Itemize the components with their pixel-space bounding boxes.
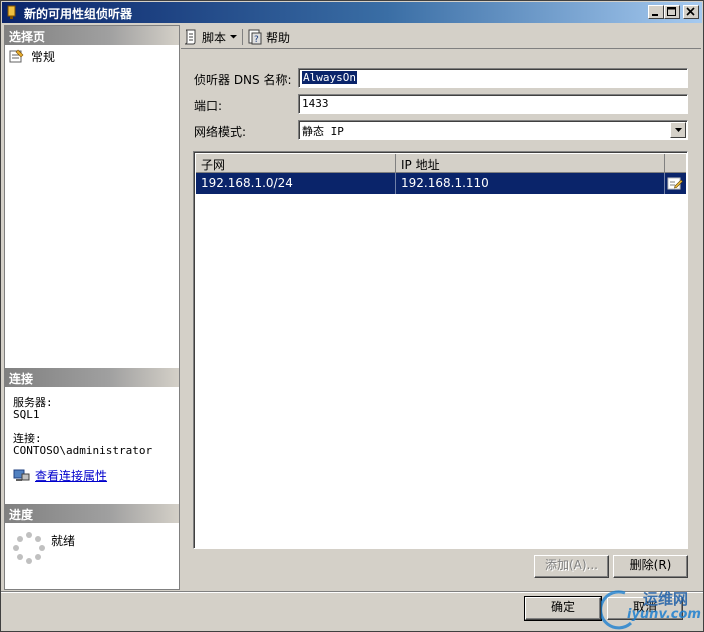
listener-icon — [7, 5, 16, 19]
remove-button[interactable]: 删除(R) — [613, 555, 688, 578]
port-label: 端口: — [194, 99, 223, 113]
edit-row-button[interactable] — [665, 173, 686, 194]
edit-icon — [667, 177, 683, 190]
connection-header: 连接 — [5, 368, 179, 387]
column-header-subnet[interactable]: 子网 — [196, 154, 396, 173]
subnet-cell: 192.168.1.0/24 — [196, 173, 396, 194]
svg-text:?: ? — [254, 35, 259, 45]
toolbar-separator — [242, 29, 243, 45]
close-icon — [686, 7, 695, 16]
ok-button[interactable]: 确定 — [524, 596, 602, 621]
window-title: 新的可用性组侦听器 — [24, 7, 133, 21]
dns-name-value: AlwaysOn — [302, 71, 357, 84]
network-mode-value: 静态 IP — [302, 125, 344, 138]
general-page: 侦听器 DNS 名称: AlwaysOn 端口: 1433 网络模式: 静态 I… — [181, 50, 701, 590]
minimize-icon — [652, 14, 658, 16]
help-label: 帮助 — [266, 30, 291, 45]
toolbar: 脚本 ? 帮助 — [181, 25, 701, 49]
properties-page-icon — [9, 49, 24, 63]
table-row[interactable]: 192.168.1.0/24 192.168.1.110 — [196, 173, 686, 194]
page-item-label: 常规 — [31, 50, 56, 64]
network-mode-select[interactable]: 静态 IP — [298, 120, 688, 140]
watermark-url: iyunv.com — [627, 607, 701, 622]
minimize-button[interactable] — [648, 5, 664, 19]
close-button[interactable] — [683, 5, 699, 19]
select-page-header: 选择页 — [5, 26, 179, 45]
network-mode-label: 网络模式: — [194, 125, 247, 139]
port-input[interactable]: 1433 — [298, 94, 688, 114]
maximize-button[interactable] — [664, 5, 680, 19]
watermark-text: 运维网 — [643, 590, 689, 608]
script-label: 脚本 — [202, 30, 227, 45]
ip-address-grid[interactable]: 子网 IP 地址 192.168.1.0/24 192.168.1.110 — [193, 151, 688, 549]
connection-value: CONTOSO\administrator — [13, 444, 153, 457]
dns-name-input[interactable]: AlwaysOn — [298, 68, 688, 88]
ip-cell: 192.168.1.110 — [396, 173, 665, 194]
connection-properties-icon — [13, 469, 30, 481]
add-button[interactable]: 添加(A)... — [534, 555, 609, 578]
listener-dialog: 新的可用性组侦听器 选择页 常规 连接 服务器: SQL1 连接: CONTOS… — [0, 0, 704, 632]
page-item-general[interactable]: 常规 — [9, 47, 169, 65]
progress-spinner-icon — [13, 532, 45, 564]
bottom-separator — [1, 591, 703, 593]
chevron-down-icon — [230, 35, 238, 39]
left-pane: 选择页 常规 连接 服务器: SQL1 连接: CONTOSO\administ… — [4, 25, 180, 590]
script-icon — [184, 29, 196, 45]
server-value: SQL1 — [13, 408, 40, 421]
chevron-down-icon — [675, 128, 682, 132]
column-header-ip[interactable]: IP 地址 — [396, 154, 665, 173]
view-connection-properties-link[interactable]: 查看连接属性 — [35, 467, 107, 484]
script-button[interactable]: 脚本 — [183, 28, 238, 46]
column-header-edit — [665, 154, 686, 173]
help-button[interactable]: ? 帮助 — [247, 28, 290, 46]
help-icon: ? — [248, 29, 262, 45]
title-bar[interactable]: 新的可用性组侦听器 — [2, 2, 702, 23]
maximize-icon — [667, 7, 676, 16]
dns-name-label: 侦听器 DNS 名称: — [194, 73, 292, 87]
network-mode-dropdown-button[interactable] — [670, 122, 686, 138]
grid-header: 子网 IP 地址 — [196, 154, 686, 173]
progress-status: 就绪 — [51, 534, 76, 548]
progress-header: 进度 — [5, 504, 179, 523]
